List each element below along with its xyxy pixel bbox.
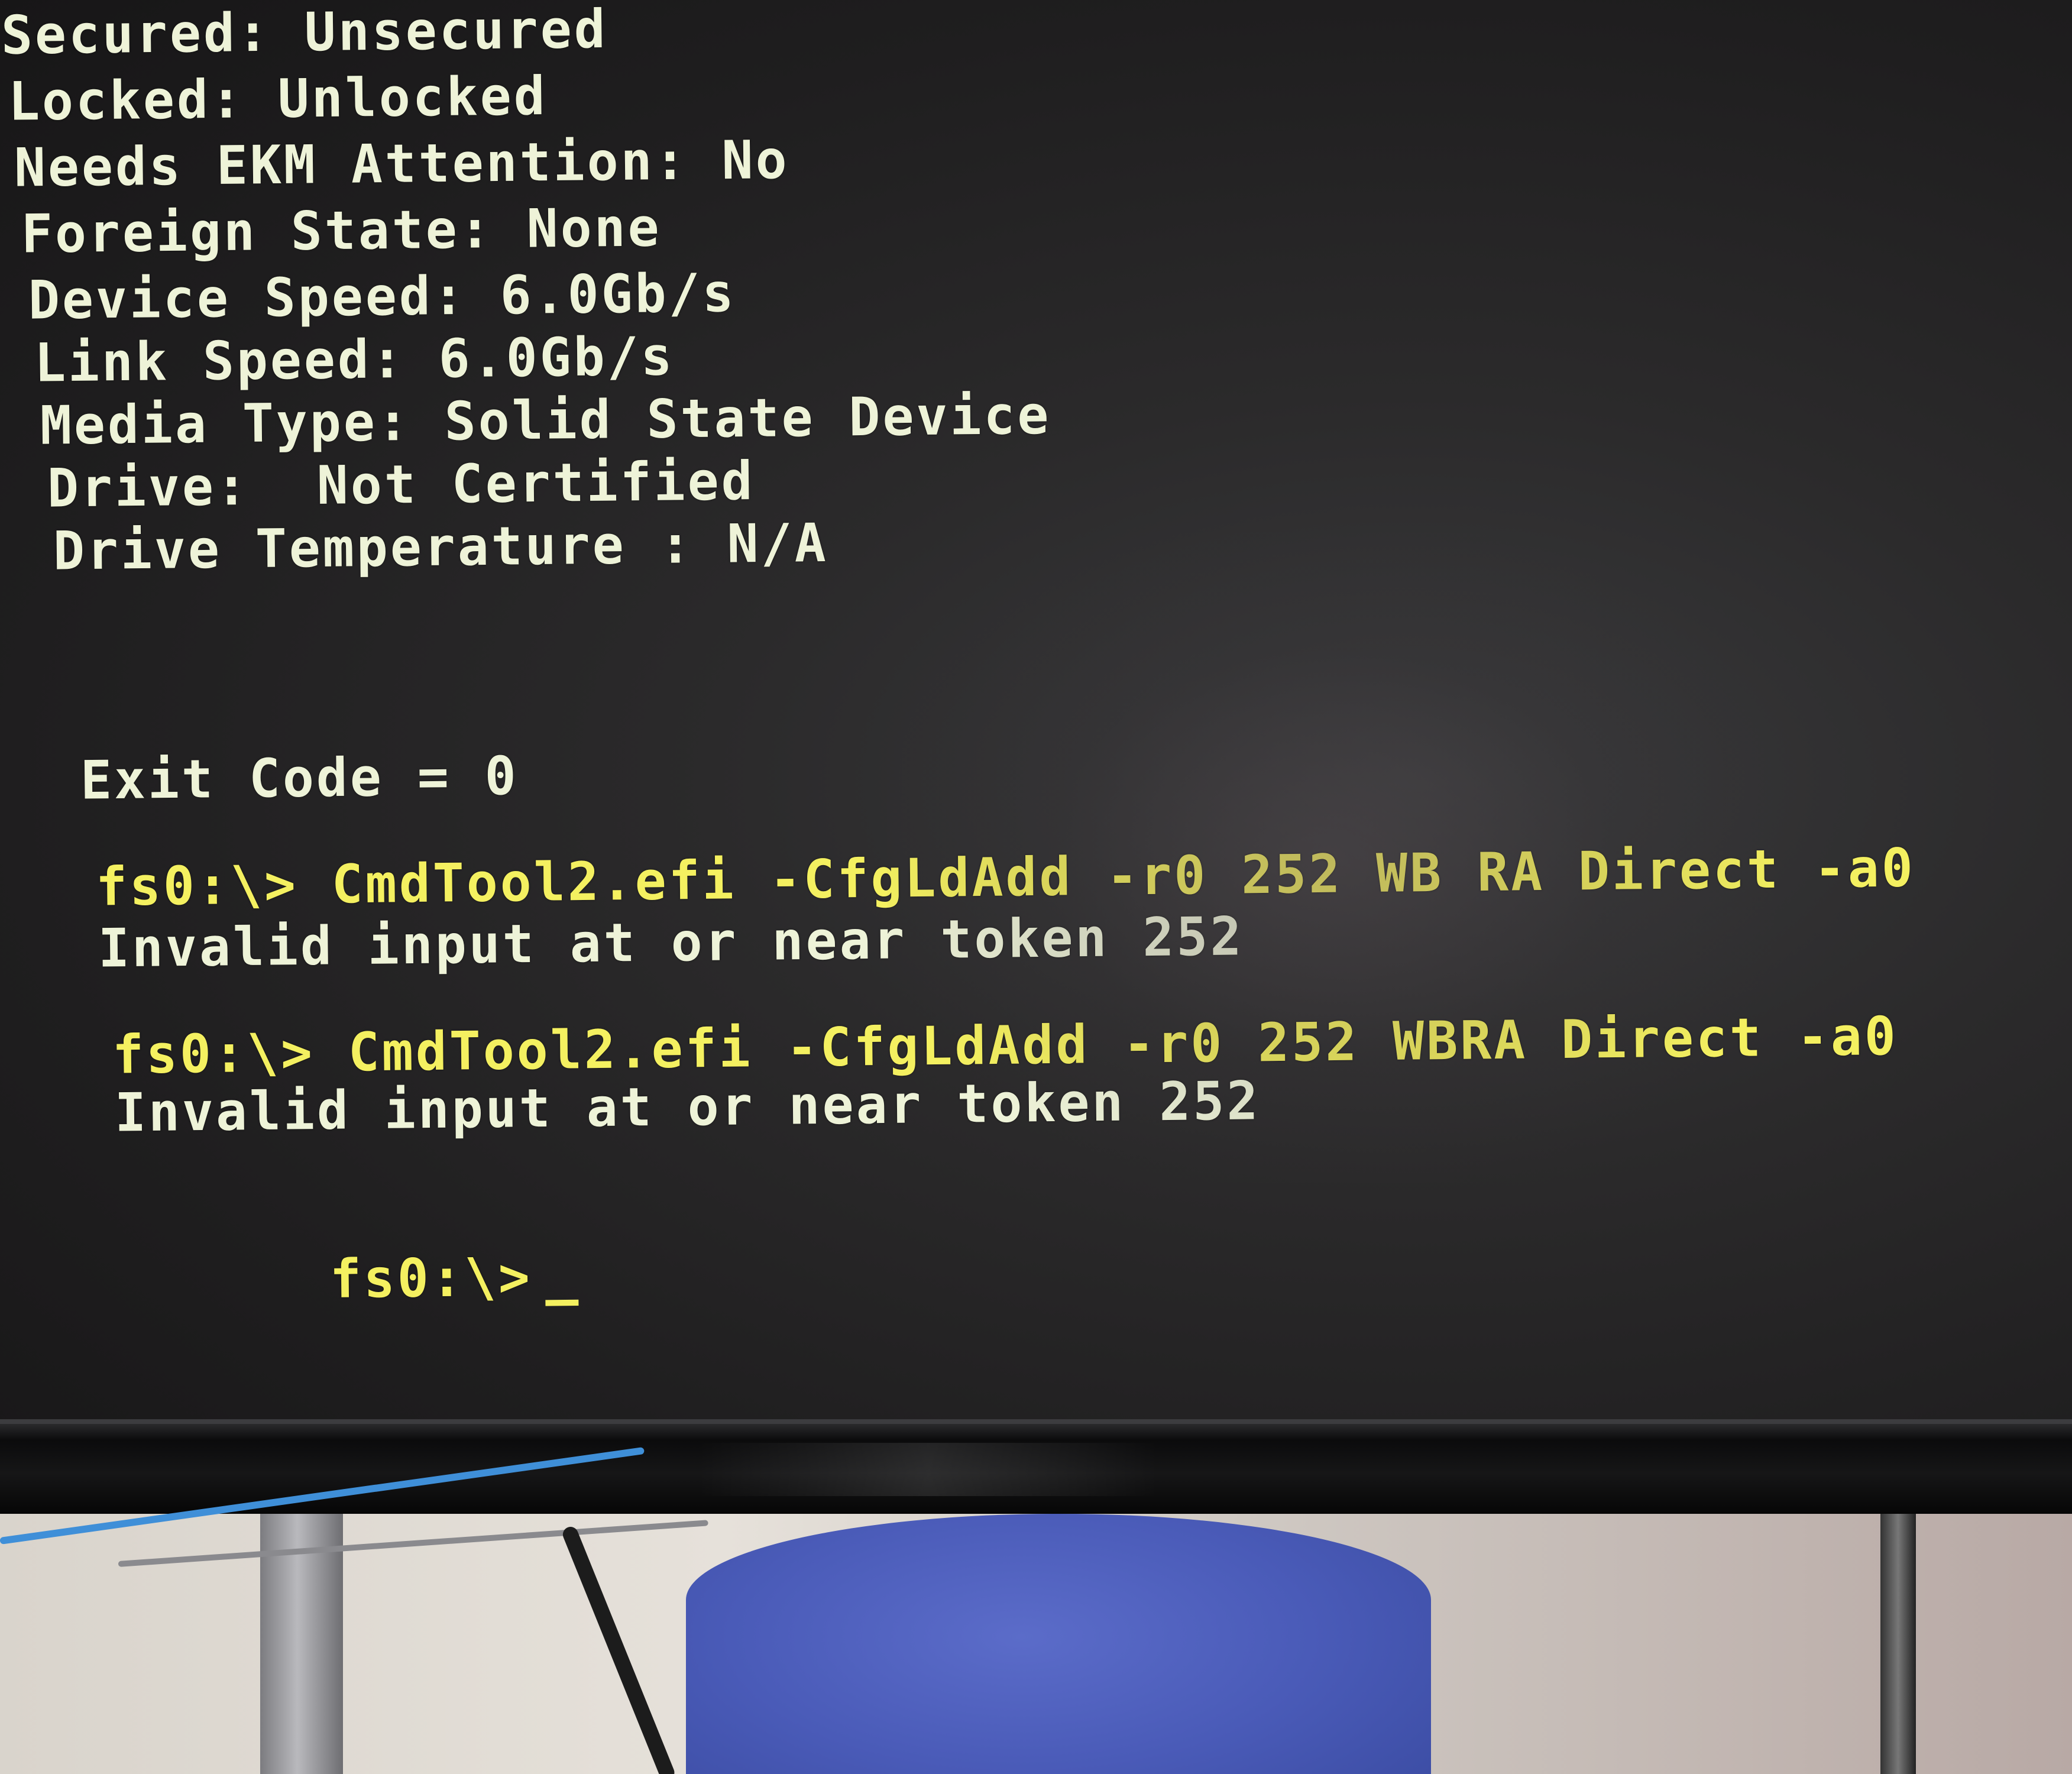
photo-scene: Secured: Unsecured Locked: Unlocked Need…: [0, 0, 2072, 1774]
shell-prompt: fs0:\>: [329, 1245, 533, 1310]
locked-line: Locked: Unlocked: [8, 64, 548, 133]
media-type-line: Media Type: Solid State Device: [40, 384, 1051, 457]
drive-temp-line: Drive Temperature : N/A: [53, 512, 829, 582]
monitor-screen: Secured: Unsecured Locked: Unlocked Need…: [0, 0, 2072, 1419]
shell-prompt-line[interactable]: fs0:\>: [127, 1183, 579, 1374]
drive-cert-line: Drive: Not Certified: [47, 449, 756, 520]
secured-line: Secured: Unsecured: [1, 0, 608, 67]
device-speed-line: Device Speed: 6.0Gb/s: [28, 261, 737, 332]
foreign-state-line: Foreign State: None: [21, 196, 662, 266]
text-cursor: [545, 1299, 579, 1306]
monitor-stand-right: [1880, 1514, 1916, 1774]
link-speed-line: Link Speed: 6.0Gb/s: [34, 325, 675, 394]
command-line-1: fs0:\> CmdTool2.efi -CfgLdAdd -r0 252 WB…: [95, 836, 1916, 918]
bezel-reflection: [698, 1443, 1159, 1496]
error-line-1: Invalid input at or near token 252: [98, 905, 1244, 980]
blue-chair: [686, 1514, 1431, 1774]
exit-code-line: Exit Code = 0: [80, 744, 519, 812]
error-line-2: Invalid input at or near token 252: [114, 1069, 1261, 1144]
ekm-attention-line: Needs EKM Attention: No: [14, 128, 790, 199]
